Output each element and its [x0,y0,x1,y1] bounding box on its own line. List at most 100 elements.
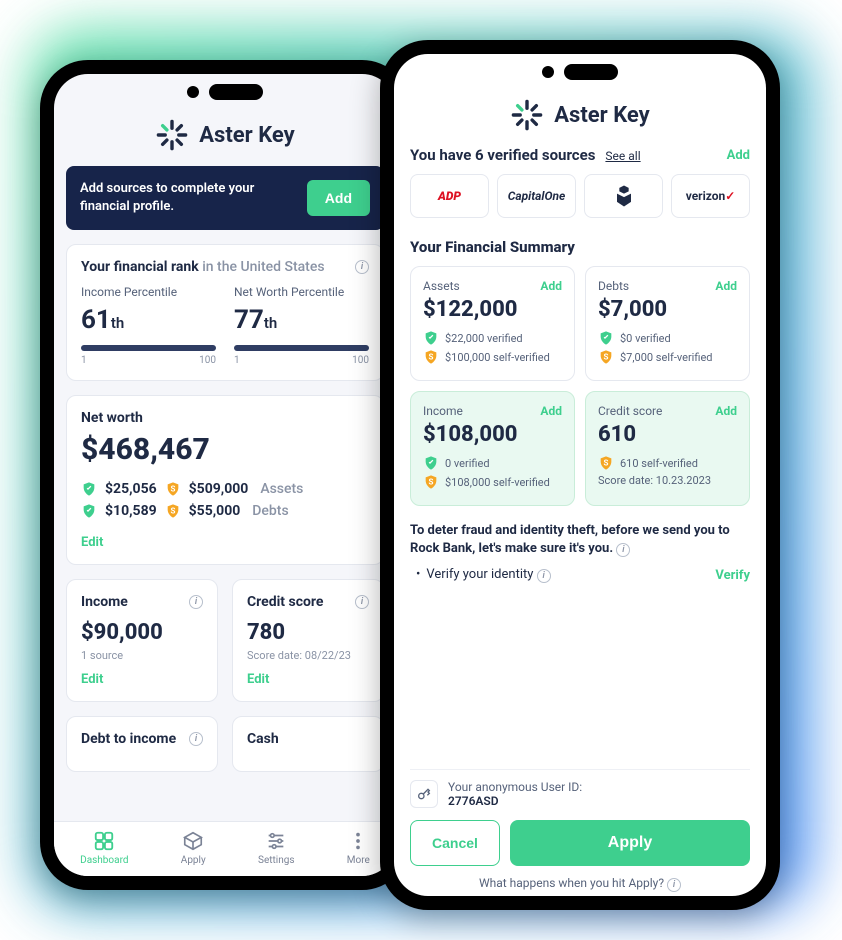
debts-line: $10,589 S $55,000 Debts [81,503,369,519]
tile-assets: AssetsAdd $122,000 $22,000 verified S$10… [410,266,575,381]
info-icon[interactable]: i [355,595,369,609]
financial-rank-card: Your financial rank in the United States… [66,244,384,381]
fraud-notice: To deter fraud and identity theft, befor… [410,522,750,557]
apply-button[interactable]: Apply [510,820,750,866]
phone-apply: Aster Key You have 6 verified sources Se… [380,40,780,910]
edit-credit-button[interactable]: Edit [247,672,269,687]
svg-text:S: S [604,353,609,362]
tile-self: $7,000 self-verified [620,351,712,364]
verify-button[interactable]: Verify [715,568,750,583]
income-title: Income [81,594,128,610]
edit-networth-button[interactable]: Edit [81,535,103,550]
cash-card: Cash [232,716,384,772]
tile-amount: 610 [598,422,737,447]
source-logo-adp[interactable]: ADP [410,174,489,218]
assets-verified: $25,056 [105,481,157,497]
sources-logos: ADP CapitalOne verizon✓ [410,174,750,218]
sources-title: You have 6 verified sources [410,146,595,164]
income-percentile-label: Income Percentile [81,285,216,299]
credit-title: Credit score [247,594,323,610]
income-percentile-value: 61 [81,305,111,335]
tab-more[interactable]: More [347,830,370,866]
credit-card: Credit score i 780 Score date: 08/22/23 … [232,579,384,702]
tab-label: More [347,855,370,866]
networth-card: Net worth $468,467 $25,056 S $509,000 As… [66,395,384,565]
svg-text:S: S [429,353,434,362]
tile-amount: $108,000 [423,422,562,447]
scale-min: 1 [81,355,87,366]
uid-label: Your anonymous User ID: [448,780,582,794]
source-logo-irs[interactable] [584,174,663,218]
info-icon[interactable]: i [616,543,630,557]
info-icon[interactable]: i [189,732,203,746]
logo-text: verizon [686,189,726,203]
tab-apply[interactable]: Apply [181,830,206,866]
info-icon[interactable]: i [537,569,551,583]
sliders-icon [265,830,287,852]
shield-self-icon: S [598,349,614,365]
credit-amount: 780 [247,620,369,645]
logo-text: ADP [438,189,461,203]
tile-verified: 0 verified [445,457,490,470]
tile-verified: $22,000 verified [445,332,523,345]
tile-add-button[interactable]: Add [715,279,737,293]
debts-label: Debts [252,503,288,519]
logo-text: CapitalOne [508,189,566,203]
shield-self-icon: S [423,349,439,365]
tab-settings[interactable]: Settings [258,830,295,866]
complete-profile-banner: Add sources to complete your financial p… [66,166,384,230]
what-text: What happens when you hit Apply? [479,876,664,890]
source-logo-capitalone[interactable]: CapitalOne [497,174,576,218]
uid-value: 2776ASD [448,794,582,808]
verify-label: Verify your identity [426,567,533,582]
tile-add-button[interactable]: Add [540,279,562,293]
networth-percentile-value: 77 [234,305,264,335]
networth-title: Net worth [81,410,369,426]
tabbar: Dashboard Apply Settings More [54,821,396,876]
networth-percentile: Net Worth Percentile 77th 1100 [234,285,369,366]
info-icon[interactable]: i [355,260,369,274]
tile-add-button[interactable]: Add [715,404,737,418]
tile-add-button[interactable]: Add [540,404,562,418]
add-source-link[interactable]: Add [727,148,750,163]
scale-max: 100 [199,355,216,366]
tile-self: Score date: 10.23.2023 [598,474,711,487]
user-id-row: Your anonymous User ID: 2776ASD [410,769,750,808]
tile-self: $108,000 self-verified [445,476,550,489]
cancel-button[interactable]: Cancel [410,820,500,866]
notch [187,84,263,100]
shield-self-icon: S [165,481,181,497]
info-icon[interactable]: i [189,595,203,609]
summary-title: Your Financial Summary [410,238,750,256]
tile-label: Credit score [598,404,662,418]
source-logo-verizon[interactable]: verizon✓ [671,174,750,218]
tile-amount: $7,000 [598,297,737,322]
sources-header: You have 6 verified sources See all Add [410,146,750,164]
shield-verified-icon [423,330,439,346]
svg-text:S: S [429,478,434,487]
more-icon [347,830,369,852]
see-all-link[interactable]: See all [605,149,640,163]
edit-income-button[interactable]: Edit [81,672,103,687]
brand-logo-icon [155,118,189,152]
what-happens-link[interactable]: What happens when you hit Apply? i [410,876,750,892]
svg-text:S: S [170,485,175,494]
shield-verified-icon [598,330,614,346]
debts-self: $55,000 [189,503,241,519]
tile-verified: 610 self-verified [620,457,698,470]
tile-label: Assets [423,279,460,293]
add-sources-button[interactable]: Add [307,180,370,216]
income-percentile: Income Percentile 61th 1100 [81,285,216,366]
tile-debts: DebtsAdd $7,000 $0 verified S$7,000 self… [585,266,750,381]
scale-max: 100 [352,355,369,366]
assets-label: Assets [260,481,303,497]
notch [542,64,618,80]
fraud-text: To deter fraud and identity theft, befor… [410,523,730,556]
brand-name: Aster Key [554,103,649,128]
info-icon: i [667,878,681,892]
tab-label: Dashboard [80,855,128,866]
svg-text:S: S [170,507,175,516]
networth-percentile-suffix: th [264,314,277,332]
shield-self-icon: S [423,474,439,490]
tab-dashboard[interactable]: Dashboard [80,830,128,866]
